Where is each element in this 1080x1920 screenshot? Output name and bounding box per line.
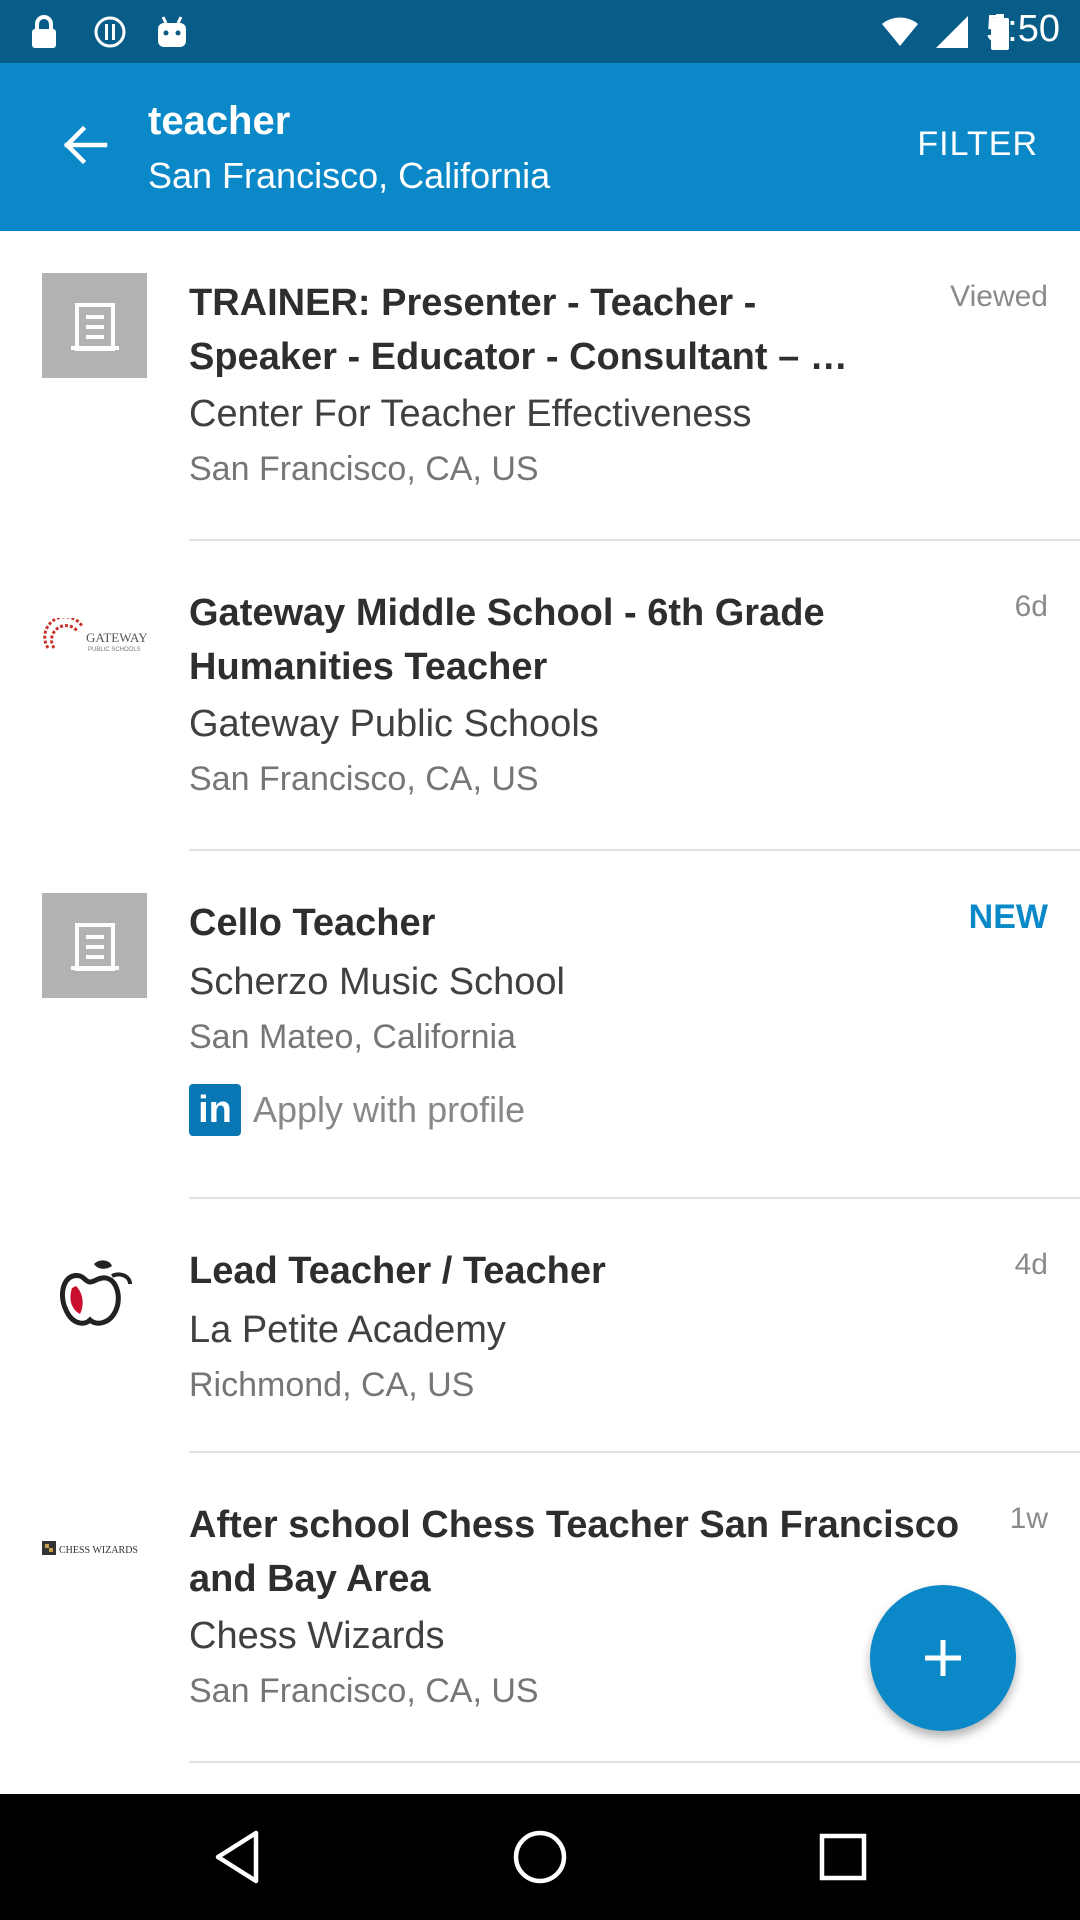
new-badge: NEW (968, 898, 1048, 936)
company-name: Gateway Public Schools (189, 703, 599, 745)
divider (189, 1761, 1080, 1763)
search-query[interactable]: teacher (148, 99, 290, 144)
back-triangle-icon[interactable] (204, 1824, 270, 1890)
company-name: Scherzo Music School (189, 961, 565, 1003)
company-name: Center For Teacher Effectiveness (189, 393, 752, 435)
chess-wizards-logo: CHESS WIZARDS (42, 1495, 147, 1600)
system-nav-bar (0, 1794, 1080, 1920)
job-title: After school Chess Teacher San Francisco… (189, 1504, 960, 1600)
job-card[interactable]: Lead Teacher / Teacher La Petite Academy… (0, 1199, 1080, 1453)
job-title: Lead Teacher / Teacher (189, 1250, 606, 1292)
clock: 5:50 (986, 8, 1060, 50)
posted-age: 1w (1009, 1502, 1048, 1535)
job-location: San Francisco, CA, US (189, 1672, 539, 1710)
job-location: San Francisco, CA, US (189, 450, 539, 488)
job-list: TRAINER: Presenter - Teacher - Speaker -… (0, 231, 1080, 1763)
posted-age: 6d (1014, 590, 1048, 623)
company-name: Chess Wizards (189, 1615, 445, 1657)
gateway-logo-text: GATEWAY (86, 630, 147, 645)
android-icon (152, 12, 192, 52)
job-title: Gateway Middle School - 6th Grade Humani… (189, 592, 825, 688)
status-bar: 5:50 (0, 0, 1080, 63)
gateway-logo-subtext: PUBLIC SCHOOLS (88, 647, 141, 653)
add-fab-button[interactable] (870, 1585, 1016, 1731)
job-title: TRAINER: Presenter - Teacher - Speaker -… (189, 282, 848, 378)
apple-logo (42, 1241, 147, 1346)
apply-with-profile-link[interactable]: in Apply with profile (189, 1084, 525, 1136)
lock-icon (24, 12, 64, 52)
building-placeholder-icon (42, 893, 147, 998)
recents-square-icon[interactable] (810, 1824, 876, 1890)
building-placeholder-icon (42, 273, 147, 378)
home-circle-icon[interactable] (507, 1824, 573, 1890)
job-card[interactable]: TRAINER: Presenter - Teacher - Speaker -… (0, 231, 1080, 541)
vpn-icon (90, 12, 130, 52)
apply-with-profile-label: Apply with profile (253, 1089, 526, 1130)
chess-wizards-logo-text: CHESS WIZARDS (59, 1545, 138, 1556)
posted-age: 4d (1014, 1248, 1048, 1281)
job-location: Richmond, CA, US (189, 1366, 475, 1404)
job-card[interactable]: Cello Teacher Scherzo Music School San M… (0, 851, 1080, 1199)
job-card[interactable]: GATEWAY PUBLIC SCHOOLS Gateway Middle Sc… (0, 541, 1080, 851)
app-bar: teacher San Francisco, California FILTER (0, 63, 1080, 231)
plus-icon (925, 1640, 961, 1676)
job-location: San Francisco, CA, US (189, 760, 539, 798)
search-location[interactable]: San Francisco, California (148, 155, 550, 197)
linkedin-icon: in (189, 1084, 241, 1136)
company-name: La Petite Academy (189, 1309, 506, 1351)
gateway-logo: GATEWAY PUBLIC SCHOOLS (42, 583, 147, 688)
back-arrow-icon[interactable] (55, 115, 115, 175)
viewed-label: Viewed (950, 280, 1048, 313)
job-title: Cello Teacher (189, 902, 436, 944)
signal-icon (932, 12, 972, 52)
wifi-icon (880, 12, 920, 52)
filter-button[interactable]: FILTER (917, 125, 1038, 164)
job-location: San Mateo, California (189, 1018, 516, 1056)
